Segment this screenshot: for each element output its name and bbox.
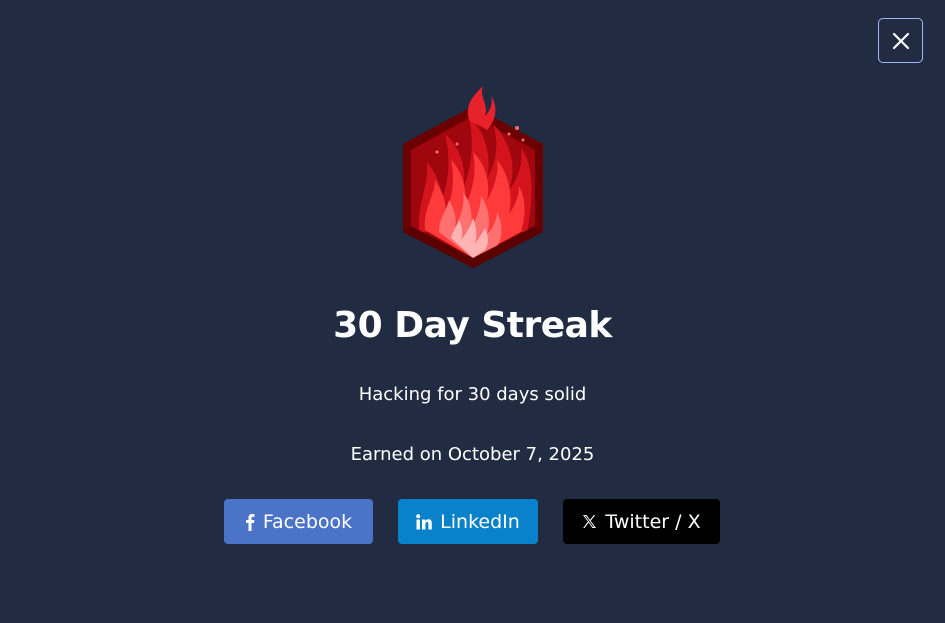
facebook-icon xyxy=(245,513,255,531)
x-icon xyxy=(583,515,597,528)
linkedin-icon xyxy=(416,513,432,529)
share-facebook-label: Facebook xyxy=(262,510,353,533)
achievement-modal: 30 Day Streak Hacking for 30 days solid … xyxy=(0,0,945,623)
achievement-title: 30 Day Streak xyxy=(333,305,612,346)
share-facebook-button[interactable]: Facebook xyxy=(224,499,373,544)
share-linkedin-button[interactable]: LinkedIn xyxy=(398,499,538,544)
flame-hexagon-icon xyxy=(403,86,543,268)
achievement-description: Hacking for 30 days solid xyxy=(358,384,587,405)
share-twitter-label: Twitter / X xyxy=(605,510,701,533)
share-twitter-button[interactable]: Twitter / X xyxy=(563,499,720,544)
share-linkedin-label: LinkedIn xyxy=(440,510,520,533)
close-icon xyxy=(892,32,909,49)
close-button[interactable] xyxy=(878,18,923,63)
earned-date: Earned on October 7, 2025 xyxy=(350,444,595,465)
